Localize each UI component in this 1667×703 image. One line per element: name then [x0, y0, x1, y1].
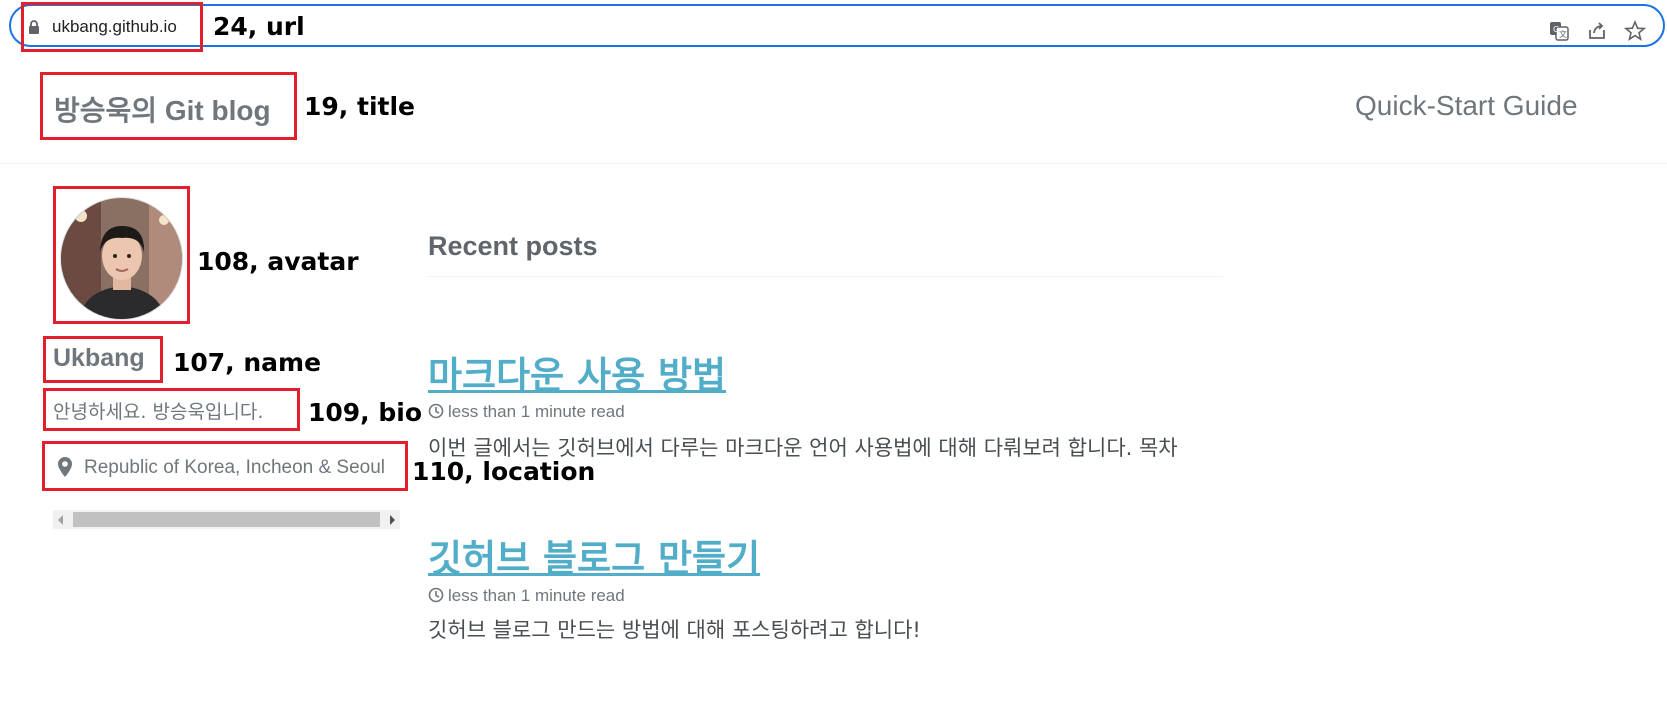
sidebar-horizontal-scrollbar[interactable]	[53, 510, 400, 529]
heading-divider	[428, 276, 1223, 277]
post-excerpt: 이번 글에서는 깃허브에서 다루는 마크다운 언어 사용법에 대해 다뤄보려 합…	[428, 436, 1178, 460]
post-title-link[interactable]: 깃허브 블로그 만들기	[428, 528, 760, 582]
bio-annotation-box	[43, 388, 300, 431]
clock-icon	[428, 403, 444, 419]
post-title-link[interactable]: 마크다운 사용 방법	[428, 345, 726, 399]
post-meta: less than 1 minute read	[428, 402, 625, 422]
title-annotation-label: 19, title	[304, 92, 415, 121]
name-annotation-label: 107, name	[173, 348, 322, 377]
nav-quick-start-guide[interactable]: Quick-Start Guide	[1355, 90, 1578, 122]
name-annotation-box	[43, 336, 163, 383]
location-annotation-box	[42, 441, 408, 491]
url-annotation-label: 24, url	[213, 12, 305, 41]
title-annotation-box	[40, 72, 297, 140]
translate-icon[interactable]: G 文	[1548, 20, 1570, 42]
clock-icon	[428, 587, 444, 603]
avatar-annotation-label: 108, avatar	[197, 247, 359, 276]
share-icon[interactable]	[1586, 20, 1608, 42]
read-time: less than 1 minute read	[448, 586, 625, 605]
scroll-right-arrow-icon[interactable]	[390, 515, 395, 525]
avatar-annotation-box	[53, 186, 190, 324]
bookmark-star-icon[interactable]	[1624, 20, 1646, 42]
post-excerpt: 깃허브 블로그 만드는 방법에 대해 포스팅하려고 합니다!	[428, 618, 921, 642]
svg-text:文: 文	[1559, 29, 1567, 39]
post-meta: less than 1 minute read	[428, 586, 625, 606]
bio-annotation-label: 109, bio	[308, 398, 423, 427]
scrollbar-thumb[interactable]	[73, 512, 380, 527]
recent-posts-heading: Recent posts	[428, 231, 598, 261]
scroll-left-arrow-icon[interactable]	[58, 515, 63, 525]
read-time: less than 1 minute read	[448, 402, 625, 421]
url-annotation-box	[21, 2, 203, 52]
